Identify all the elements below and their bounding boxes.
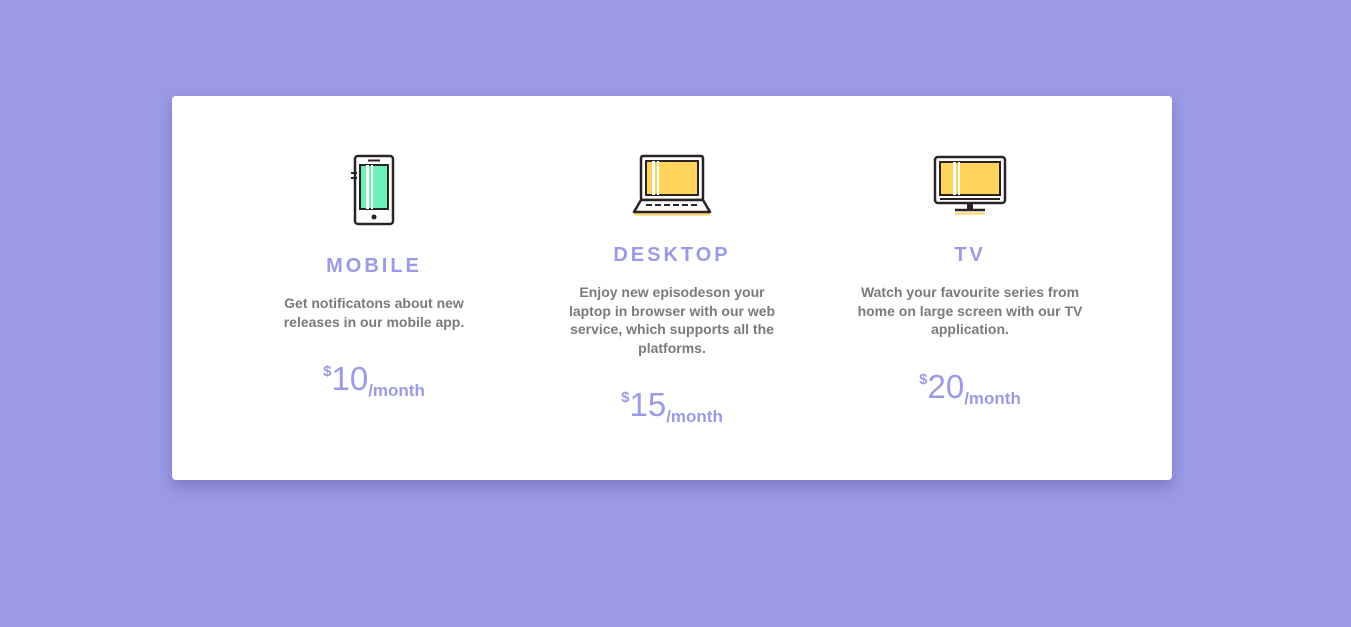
price-amount: 20 [927,367,965,405]
price-amount: 10 [331,360,369,397]
price-period: /month [964,388,1021,408]
plan-price: $10/month [224,354,524,409]
plan-title: TV [954,244,986,266]
plan-title: DESKTOP [613,244,731,266]
price-period: /month [666,407,723,426]
plan-title: MOBILE [326,255,422,277]
plan-description: Watch your favourite series from home on… [857,284,1083,337]
plan-price: $20/month [820,362,1120,417]
tv-icon [820,154,1120,224]
mobile-phone-icon [224,154,524,226]
plan-description: Enjoy new episodeson your laptop in brow… [568,284,776,356]
plan-mobile[interactable]: MOBILE Get notificatons about new releas… [224,154,524,409]
plan-tv[interactable]: TV Watch your favourite series from home… [820,154,1120,417]
laptop-icon [522,154,822,224]
price-amount: 15 [629,386,667,423]
pricing-card: MOBILE Get notificatons about new releas… [172,96,1172,480]
price-period: /month [368,381,425,400]
plan-description: Get notificatons about new releases in o… [283,295,465,330]
plan-desktop[interactable]: DESKTOP Enjoy new episodeson your laptop… [522,154,822,435]
plan-price: $15/month [522,380,822,435]
